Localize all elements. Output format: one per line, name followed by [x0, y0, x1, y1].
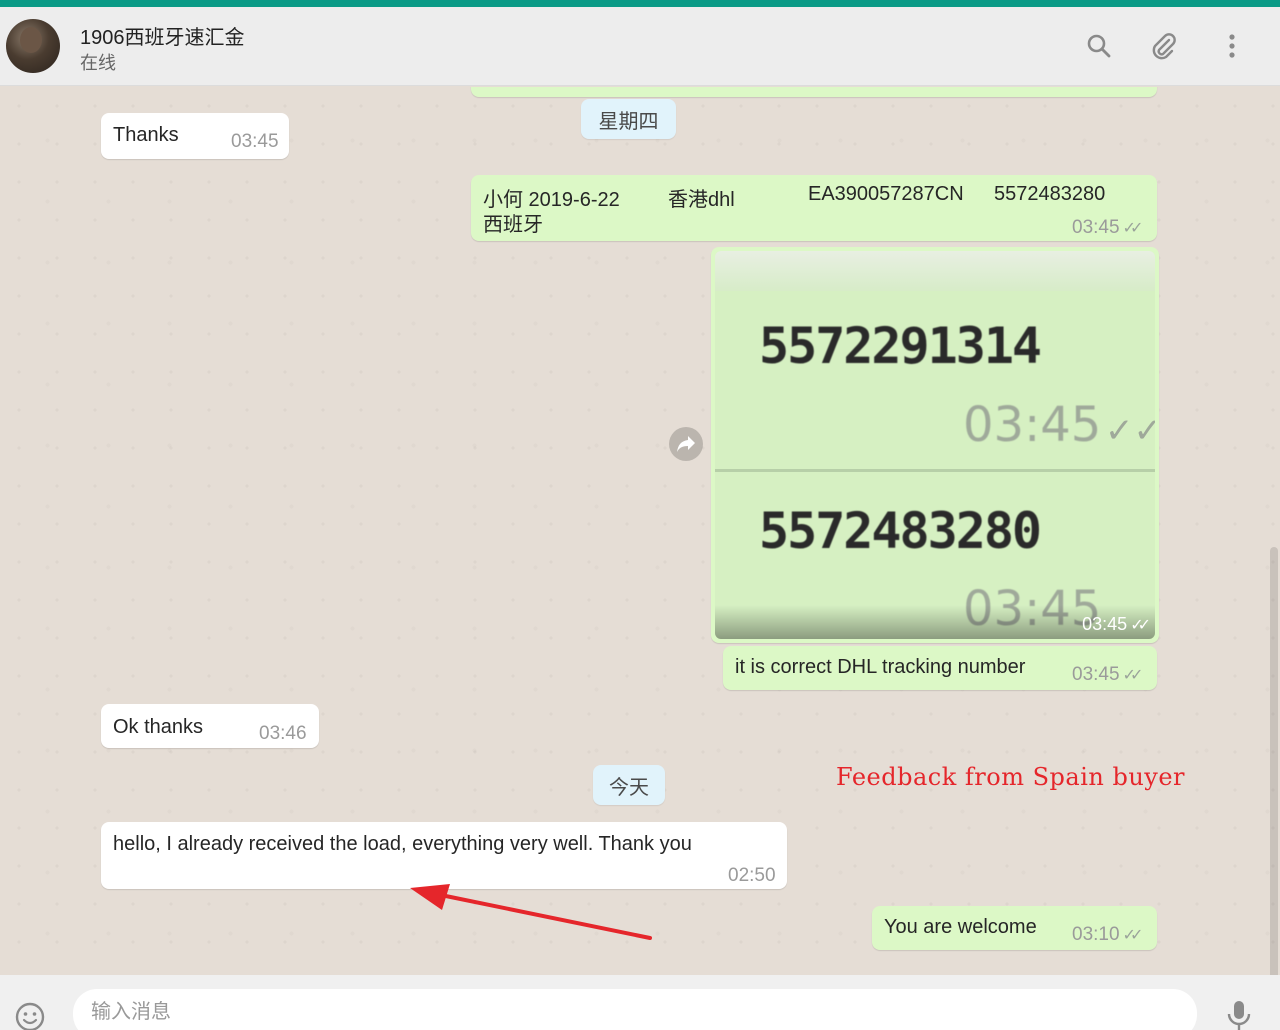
- image-number-2: 5572483280: [759, 502, 1042, 560]
- message-time: 03:45 ✓✓: [1082, 614, 1151, 634]
- top-accent-bar: [0, 0, 1280, 7]
- message-text: it is correct DHL tracking number: [735, 656, 1026, 678]
- read-ticks-icon: ✓✓: [1122, 220, 1144, 237]
- message-in[interactable]: hello, I already received the load, ever…: [101, 822, 787, 889]
- image-number-1: 5572291314: [759, 317, 1042, 375]
- avatar[interactable]: [6, 19, 60, 73]
- message-number: 5572483280: [994, 183, 1106, 205]
- emoji-icon[interactable]: [14, 1001, 46, 1030]
- annotation-arrow: [410, 884, 652, 940]
- compose-footer: [0, 975, 1280, 1030]
- mic-icon[interactable]: [1226, 999, 1252, 1030]
- message-text: Ok thanks: [113, 716, 204, 738]
- menu-icon[interactable]: [1217, 31, 1247, 61]
- contact-status: 在线: [80, 53, 116, 73]
- message-time: 03:45 ✓✓: [1072, 217, 1144, 238]
- message-text: You are welcome: [884, 916, 1037, 938]
- message-time: 03:45 ✓✓: [1072, 664, 1144, 685]
- message-in[interactable]: Thanks 03:45: [101, 113, 289, 159]
- message-out[interactable]: 小何 2019-6-22 香港dhl EA390057287CN 5572483…: [471, 175, 1157, 241]
- contact-name[interactable]: 1906西班牙速汇金: [80, 21, 245, 50]
- image-screenshot[interactable]: 5572291314 03:45 ✓✓ 5572483280 03:45 03:…: [715, 251, 1155, 639]
- annotation-text: Feedback from Spain buyer: [836, 763, 1186, 791]
- chat-panel[interactable]: 星期四 Thanks 03:45 小何 2019-6-22 香港dhl EA39…: [0, 87, 1280, 975]
- scrollbar[interactable]: [1270, 547, 1278, 975]
- attach-icon[interactable]: [1148, 31, 1178, 61]
- forward-icon[interactable]: [669, 427, 703, 461]
- image-time-1: 03:45: [963, 397, 1102, 453]
- date-chip-today: 今天: [593, 765, 665, 805]
- message-time: 03:46: [259, 723, 307, 744]
- image-message[interactable]: 5572291314 03:45 ✓✓ 5572483280 03:45 03:…: [711, 247, 1159, 643]
- read-ticks-icon: ✓✓: [1122, 667, 1144, 684]
- message-time: 03:45: [231, 131, 279, 152]
- search-icon[interactable]: [1084, 31, 1114, 61]
- image-ticks-icon: ✓✓: [1105, 412, 1155, 450]
- message-in[interactable]: Ok thanks 03:46: [101, 704, 319, 748]
- message-time: 02:50: [728, 865, 776, 886]
- message-time: 03:10 ✓✓: [1072, 924, 1144, 945]
- read-ticks-icon: ✓✓: [1122, 927, 1144, 944]
- message-text: hello, I already received the load, ever…: [113, 833, 692, 855]
- message-text: Thanks: [113, 124, 179, 146]
- message-out[interactable]: it is correct DHL tracking number 03:45 ✓…: [723, 646, 1157, 690]
- message-bubble-partial[interactable]: [471, 87, 1157, 97]
- date-chip-thursday: 星期四: [581, 99, 676, 139]
- message-tracking: EA390057287CN: [808, 183, 964, 205]
- message-out[interactable]: You are welcome 03:10 ✓✓: [872, 906, 1157, 950]
- message-compose[interactable]: [73, 989, 1197, 1030]
- message-carrier: 香港dhl: [668, 189, 735, 211]
- message-line-2: 西班牙: [483, 214, 543, 236]
- chat-header: 1906西班牙速汇金 在线: [0, 7, 1280, 86]
- message-input[interactable]: [91, 1001, 1171, 1024]
